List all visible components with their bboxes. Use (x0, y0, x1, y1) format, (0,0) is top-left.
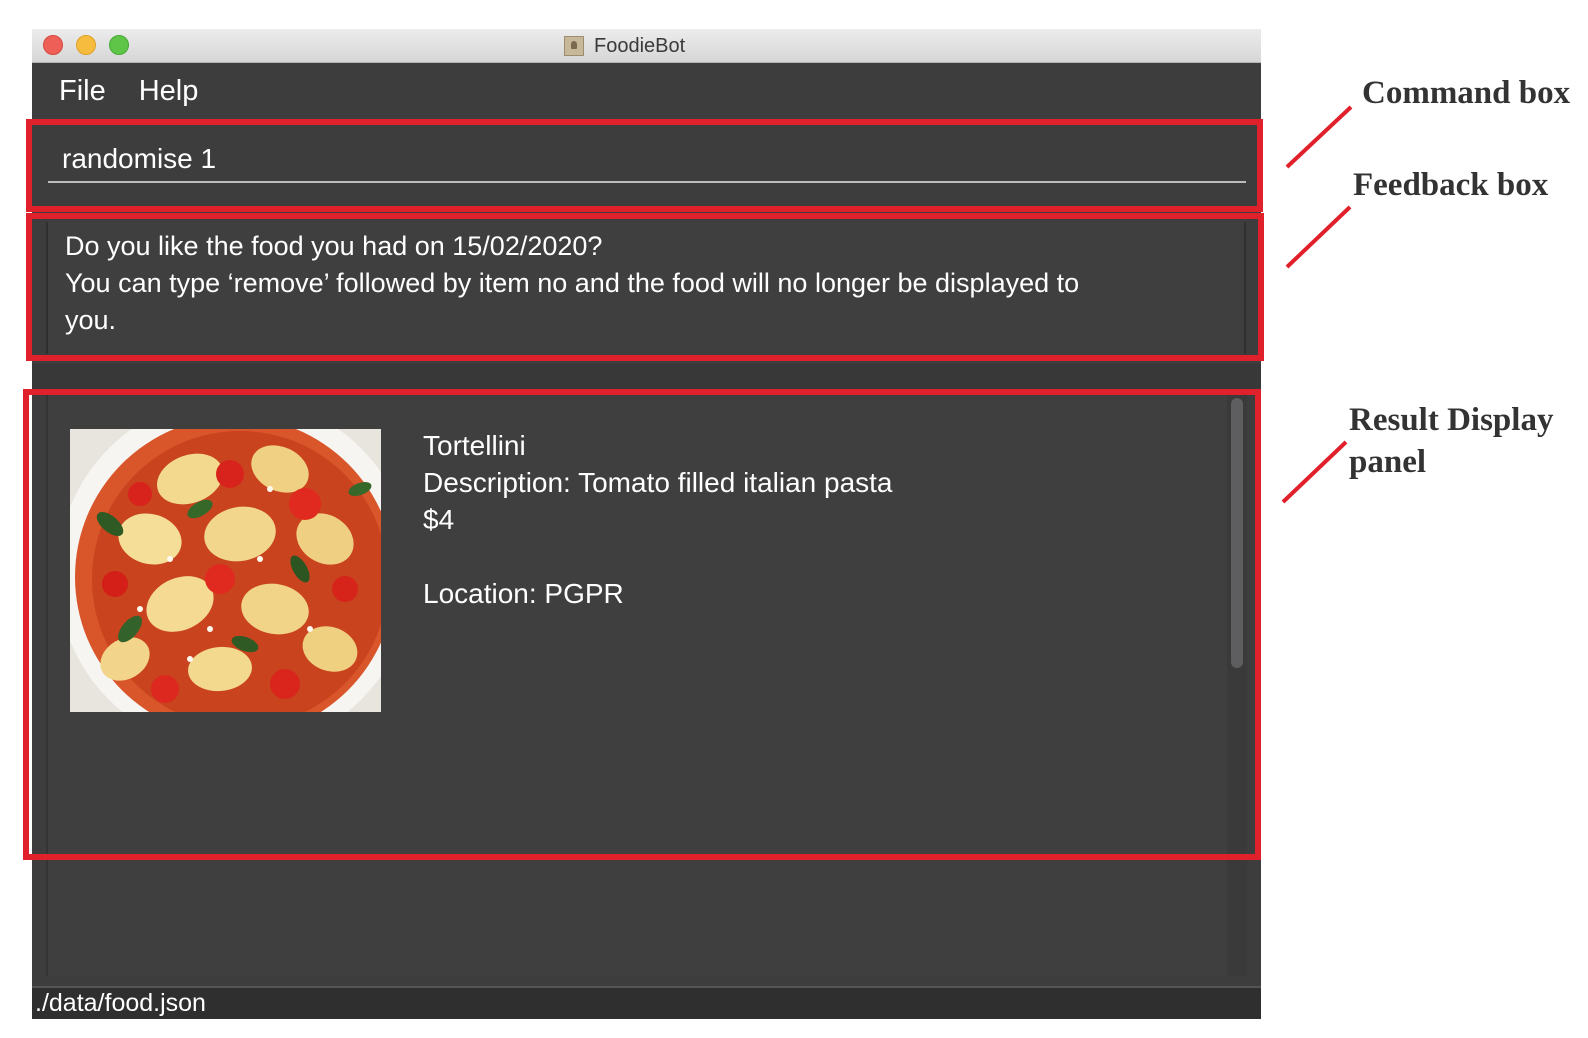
menu-file[interactable]: File (59, 75, 106, 108)
result-panel-leader-line (1281, 440, 1348, 504)
feedback-line-1: Do you like the food you had on 15/02/20… (65, 231, 603, 261)
result-scrollbar[interactable] (1227, 390, 1247, 976)
app-icon (564, 36, 584, 56)
zoom-window-button[interactable] (109, 35, 129, 55)
command-box (32, 119, 1261, 205)
tortellini-photo-icon (70, 429, 381, 712)
result-display-panel: Tortellini Description: Tomato filled it… (46, 390, 1227, 976)
status-bar: ./data/food.json (32, 986, 1261, 1019)
menu-bar: File Help (32, 63, 1261, 119)
data-file-path: ./data/food.json (35, 989, 206, 1017)
title-bar[interactable]: FoodieBot (32, 29, 1261, 63)
feedback-box-label: Feedback box (1353, 167, 1549, 203)
result-panel-label-line-1: Result Display (1349, 402, 1554, 438)
command-box-leader-line (1285, 105, 1353, 169)
app-window: FoodieBot File Help Do you like the food… (32, 29, 1261, 1019)
minimize-window-button[interactable] (76, 35, 96, 55)
feedback-line-3: you. (65, 305, 117, 335)
window-title: FoodieBot (564, 33, 685, 59)
food-details: Tortellini Description: Tomato filled it… (423, 427, 893, 612)
window-title-text: FoodieBot (594, 34, 686, 57)
command-box-label: Command box (1362, 75, 1571, 111)
result-panel-label: Result Display panel (1349, 399, 1553, 483)
panel-divider (32, 364, 1261, 390)
feedback-line-2: You can type ‘remove’ followed by item n… (65, 268, 1080, 298)
feedback-box-leader-line (1285, 205, 1352, 269)
close-window-button[interactable] (43, 35, 63, 55)
feedback-box: Do you like the food you had on 15/02/20… (46, 222, 1246, 354)
food-name: Tortellini (423, 430, 526, 461)
food-description: Description: Tomato filled italian pasta (423, 467, 893, 498)
food-location: Location: PGPR (423, 578, 624, 609)
result-panel-label-line-2: panel (1349, 444, 1427, 480)
scroll-thumb[interactable] (1231, 398, 1243, 668)
command-input[interactable] (48, 137, 1246, 183)
food-price: $4 (423, 504, 455, 535)
menu-help[interactable]: Help (139, 75, 199, 108)
